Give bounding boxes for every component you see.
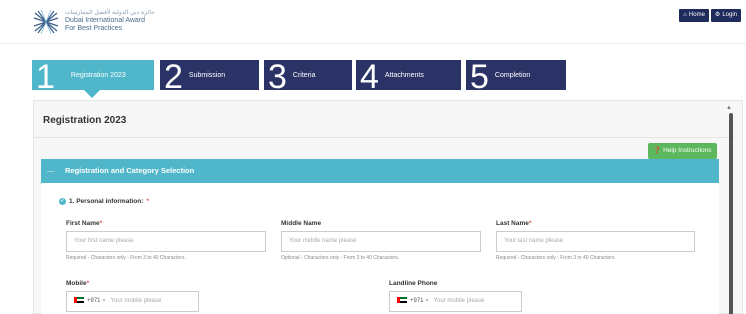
landline-input[interactable]: +971 ▾ Your mobile please <box>389 291 522 312</box>
middle-name-hint: Optional - Characters only - From 3 to 4… <box>281 255 400 261</box>
last-name-input[interactable]: Your last name please <box>496 231 695 252</box>
uae-flag-icon[interactable] <box>397 297 407 304</box>
landline-label-text: Landline Phone <box>389 280 438 287</box>
required-marker: * <box>528 220 532 227</box>
first-name-input[interactable]: Your first name please <box>66 231 266 252</box>
step-criteria[interactable]: 3 Criteria <box>264 58 352 96</box>
mobile-label-text: Mobile <box>66 280 87 287</box>
login-label: Login <box>722 12 737 18</box>
mobile-placeholder: Your mobile please <box>110 298 162 304</box>
step-number: 1 <box>36 58 55 96</box>
middle-name-input[interactable]: Your middle name please <box>281 231 481 252</box>
chevron-down-icon[interactable]: ▾ <box>426 298 429 304</box>
first-name-label-text: First Name <box>66 220 100 227</box>
header-buttons: ⌂ Home ⚙ Login <box>679 9 741 22</box>
step-number: 2 <box>164 58 183 96</box>
country-code[interactable]: +971 <box>87 298 101 304</box>
step-number: 3 <box>268 58 287 96</box>
home-icon: ⌂ <box>683 12 687 18</box>
logo-text: جائزة دبي الدولية لأفضل الممارسات Dubai … <box>65 9 155 33</box>
section-title: Registration and Category Selection <box>65 166 195 175</box>
site-header: جائزة دبي الدولية لأفضل الممارسات Dubai … <box>0 0 746 44</box>
registration-panel: Registration 2023 ▲ ❓ Help Instructions … <box>33 100 743 314</box>
mobile-label: Mobile* <box>66 280 89 287</box>
chevron-down-icon[interactable]: ▾ <box>103 298 106 304</box>
uae-flag-icon[interactable] <box>74 297 84 304</box>
required-marker: * <box>99 220 103 227</box>
active-step-pointer <box>84 90 100 98</box>
last-name-label-text: Last Name <box>496 220 529 227</box>
landline-label: Landline Phone <box>389 280 437 287</box>
step-label: Completion <box>494 71 531 79</box>
step-label: Submission <box>188 71 226 79</box>
help-instructions-button[interactable]: ❓ Help Instructions <box>648 143 717 159</box>
registration-page: جائزة دبي الدولية لأفضل الممارسات Dubai … <box>0 0 746 314</box>
step-label: Criteria <box>292 71 316 79</box>
logo-arabic: جائزة دبي الدولية لأفضل الممارسات <box>65 10 155 16</box>
step-label: Attachments <box>384 71 424 79</box>
step-label: Registration 2023 <box>70 71 126 79</box>
check-circle-icon: ✓ <box>59 198 66 205</box>
step-submission[interactable]: 2 Submission <box>160 58 259 96</box>
landline-placeholder: Your mobile please <box>433 298 485 304</box>
question-icon: ❓ <box>653 147 662 154</box>
middle-name-label: Middle Name <box>281 220 321 227</box>
award-logo-icon[interactable] <box>33 9 59 35</box>
logo-line-1: Dubai International Award <box>65 17 146 24</box>
mobile-input[interactable]: +971 ▾ Your mobile please <box>66 291 199 312</box>
last-name-hint: Required - Characters only - From 3 to 4… <box>496 255 616 261</box>
step-number: 5 <box>470 58 489 96</box>
middle-name-label-text: Middle Name <box>281 220 322 227</box>
help-label: Help Instructions <box>663 147 712 154</box>
logo-line-2: For Best Practices <box>65 25 123 32</box>
home-label: Home <box>688 12 705 18</box>
home-button[interactable]: ⌂ Home <box>679 9 709 22</box>
step-completion[interactable]: 5 Completion <box>466 58 566 96</box>
collapse-icon[interactable]: — <box>47 159 55 183</box>
step-registration[interactable]: 1 Registration 2023 <box>32 58 154 98</box>
required-marker: * <box>86 280 90 287</box>
section-header[interactable]: — Registration and Category Selection <box>40 159 719 190</box>
login-button[interactable]: ⚙ Login <box>710 9 741 22</box>
page-title: Registration 2023 <box>43 115 127 126</box>
gear-icon: ⚙ <box>714 12 721 18</box>
first-name-hint: Required - Characters only - From 3 to 4… <box>66 255 186 261</box>
required-marker: * <box>146 198 149 205</box>
personal-info-label: 1. Personal information: <box>69 198 144 205</box>
first-name-label: First Name* <box>66 220 102 227</box>
divider <box>34 137 734 138</box>
personal-info-heading: ✓ 1. Personal information: * <box>59 198 149 205</box>
registration-form: ✓ 1. Personal information: * First Name*… <box>41 183 719 314</box>
step-number: 4 <box>360 58 379 96</box>
last-name-label: Last Name* <box>496 220 531 227</box>
scroll-up-icon[interactable]: ▲ <box>726 105 732 111</box>
scrollbar[interactable] <box>729 113 733 314</box>
country-code[interactable]: +971 <box>410 298 424 304</box>
step-attachments[interactable]: 4 Attachments <box>356 58 461 96</box>
